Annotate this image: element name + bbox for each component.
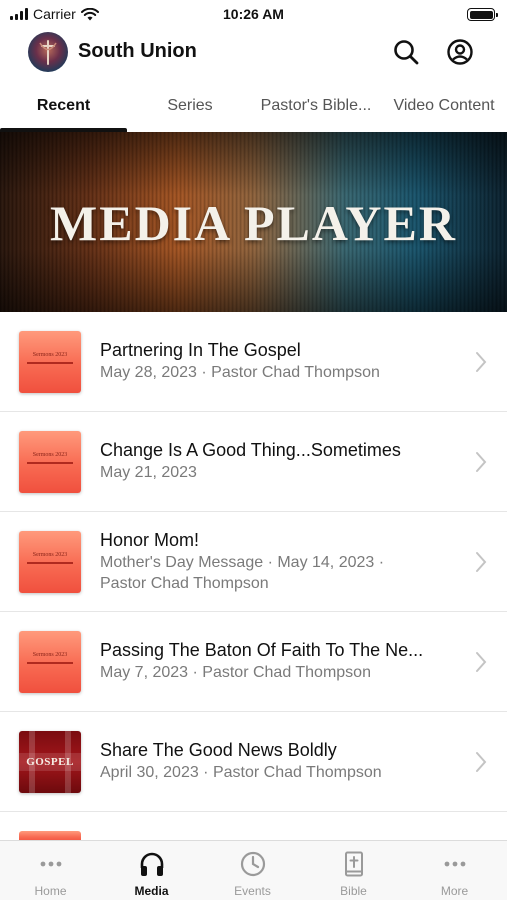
app-header: South Union: [0, 28, 507, 78]
nav-media[interactable]: Media: [101, 841, 202, 900]
media-title: Change Is A Good Thing...Sometimes: [100, 440, 401, 460]
headphones-icon: [140, 852, 163, 876]
media-subtitle: May 7, 2023 · Pastor Chad Thompson: [100, 664, 371, 681]
nav-home[interactable]: Home: [0, 841, 101, 900]
media-item[interactable]: Sermons 2023 Honor Mom! Mother's Day Mes…: [0, 512, 507, 612]
media-subtitle: Mother's Day Message · May 14, 2023 ·: [100, 554, 385, 571]
media-title: Honor Mom!: [100, 530, 200, 550]
banner-title: MEDIA PLAYER: [50, 195, 457, 251]
church-logo[interactable]: [28, 32, 68, 72]
nav-label: Home: [34, 884, 67, 898]
media-title: Partnering In The Gospel: [100, 340, 301, 360]
media-subtitle: May 28, 2023 · Pastor Chad Thompson: [100, 364, 380, 381]
account-icon[interactable]: [446, 38, 474, 66]
media-item[interactable]: Sermons 2023 Passing The Baton Of Faith …: [0, 612, 507, 712]
dots-icon: [444, 861, 465, 867]
status-time: 10:26 AM: [223, 6, 284, 22]
tab-video-content[interactable]: Video Content: [384, 86, 504, 132]
chevron-right-icon: [476, 552, 487, 572]
sermon-thumbnail: Sermons 2023: [19, 331, 81, 393]
media-title: Share The Good News Boldly: [100, 740, 337, 760]
battery-icon: [467, 8, 498, 21]
media-title: Passing The Baton Of Faith To The Ne...: [100, 640, 424, 660]
gospel-thumbnail: GOSPEL: [19, 731, 81, 793]
media-item[interactable]: Sermons 2023 Partnering In The Gospel Ma…: [0, 312, 507, 412]
media-subtitle: April 30, 2023 · Pastor Chad Thompson: [100, 764, 382, 781]
nav-label: More: [440, 884, 469, 898]
bible-icon: [344, 851, 363, 877]
media-item-partial[interactable]: [0, 812, 507, 842]
nav-more[interactable]: More: [404, 841, 505, 900]
media-item[interactable]: GOSPEL Share The Good News Boldly April …: [0, 712, 507, 812]
nav-label: Events: [234, 884, 271, 898]
bottom-nav: Home Media Events Bible More: [0, 840, 507, 900]
tab-recent[interactable]: Recent: [0, 86, 127, 132]
dots-icon: [40, 861, 61, 867]
chevron-right-icon: [476, 652, 487, 672]
clock-icon: [240, 851, 265, 877]
media-list: Sermons 2023 Partnering In The Gospel Ma…: [0, 312, 507, 842]
app-title: South Union: [78, 40, 197, 62]
nav-events[interactable]: Events: [202, 841, 303, 900]
sermon-thumbnail: Sermons 2023: [19, 531, 81, 593]
nav-label: Media: [134, 884, 169, 898]
tab-bar: Recent Series Pastor's Bible... Video Co…: [0, 86, 507, 132]
search-icon[interactable]: [392, 38, 420, 66]
nav-bible[interactable]: Bible: [303, 841, 404, 900]
sermon-thumbnail: Sermons 2023: [19, 431, 81, 493]
nav-label: Bible: [340, 884, 367, 898]
sermon-thumbnail: Sermons 2023: [19, 631, 81, 693]
media-subtitle: May 21, 2023: [100, 464, 197, 481]
chevron-right-icon: [476, 452, 487, 472]
media-item[interactable]: Sermons 2023 Change Is A Good Thing...So…: [0, 412, 507, 512]
tab-pastors-bible[interactable]: Pastor's Bible...: [252, 86, 380, 132]
chevron-right-icon: [476, 752, 487, 772]
media-subtitle-continued: Pastor Chad Thompson: [100, 575, 269, 592]
media-player-banner: MEDIA PLAYER: [0, 132, 507, 312]
chevron-right-icon: [476, 352, 487, 372]
status-bar: Carrier 10:26 AM: [0, 0, 507, 28]
tab-series[interactable]: Series: [140, 86, 240, 132]
